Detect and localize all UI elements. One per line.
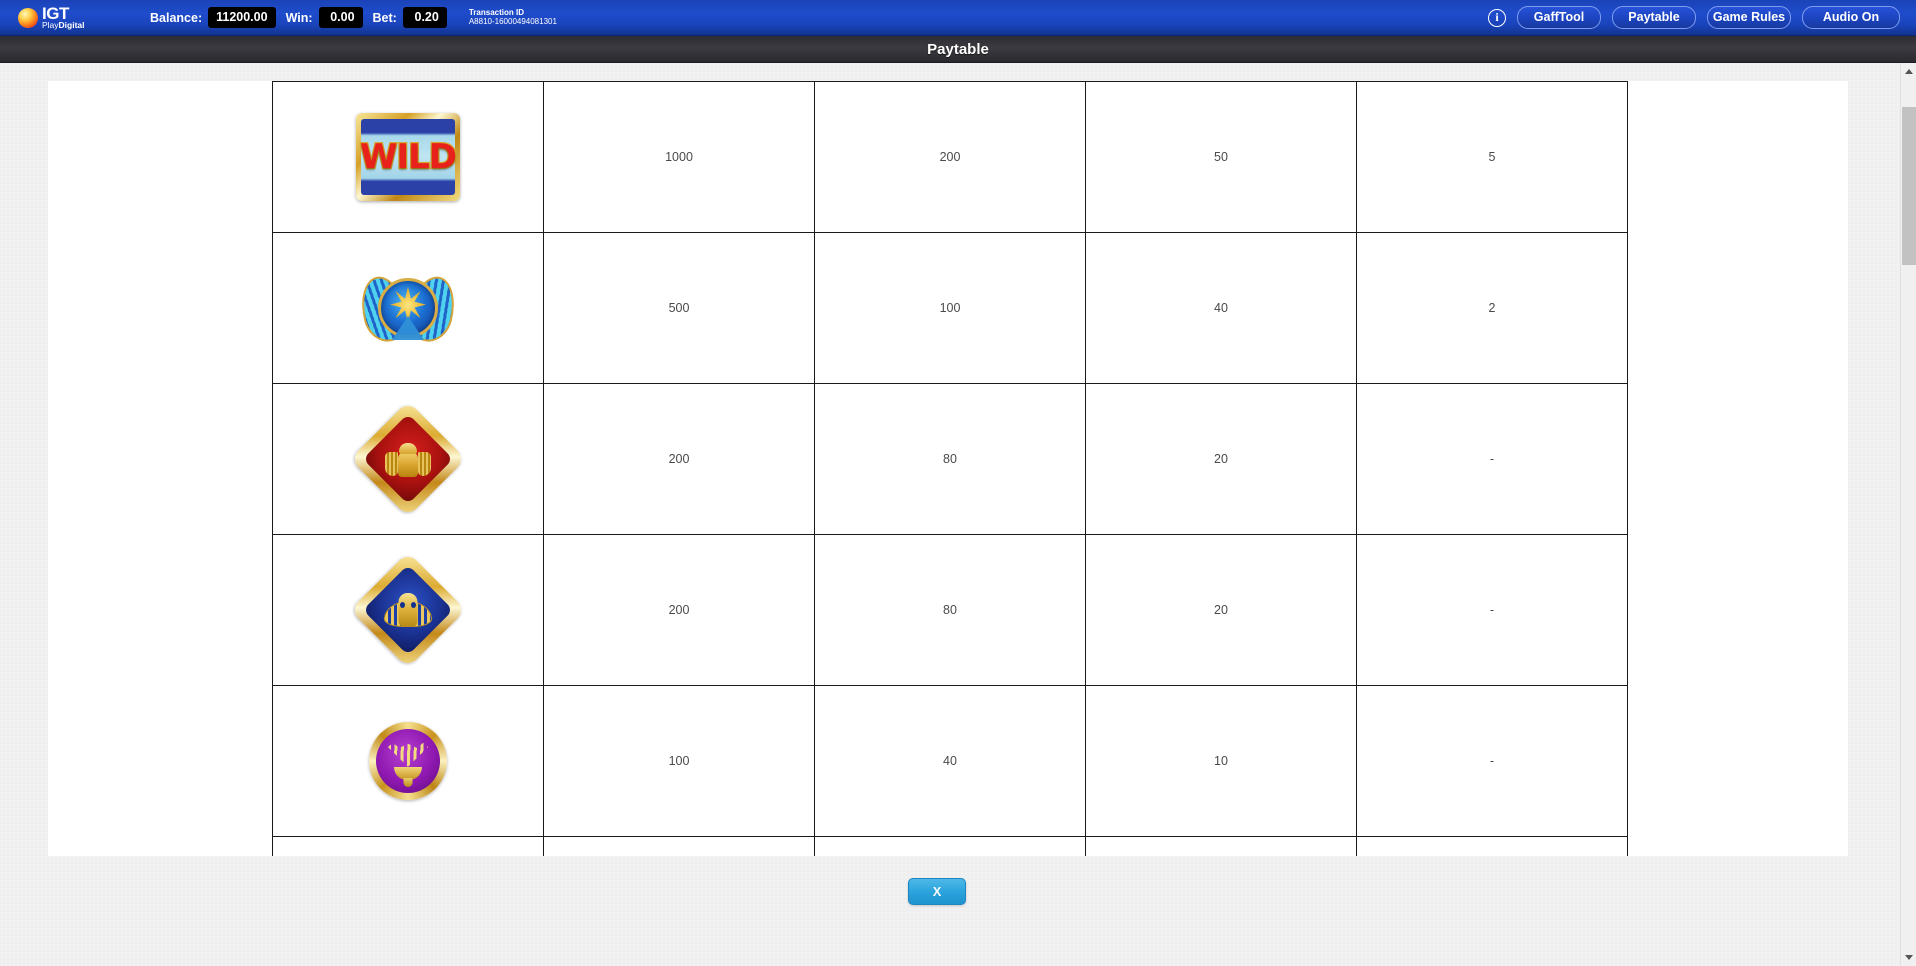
payout-cell: 80 bbox=[814, 534, 1086, 686]
scroll-down-button[interactable] bbox=[1901, 949, 1916, 966]
cobra-icon bbox=[384, 593, 432, 633]
symbol-cell-blue-fan bbox=[272, 232, 544, 384]
payout-cell bbox=[814, 836, 1086, 856]
payout-cell: 100 bbox=[543, 685, 815, 837]
table-row: 100 40 10 - bbox=[272, 685, 1628, 837]
paytable-button[interactable]: Paytable bbox=[1612, 6, 1696, 29]
win-value: 0.00 bbox=[318, 7, 363, 28]
table-row bbox=[272, 836, 1628, 856]
bet-value: 0.20 bbox=[402, 7, 447, 28]
symbol-wrapper bbox=[273, 722, 543, 800]
scarab-head bbox=[399, 442, 417, 454]
logo-sub: PlayDigital bbox=[42, 21, 85, 30]
payout-cell: 50 bbox=[1085, 81, 1357, 233]
audio-toggle-button[interactable]: Audio On bbox=[1802, 6, 1900, 29]
scroll-up-button[interactable] bbox=[1901, 63, 1916, 80]
paytable-content-area: WILD 1000 200 50 5 500 100 40 2 200 80 2… bbox=[0, 63, 1900, 966]
transaction-id-value: A8810-16000494081301 bbox=[468, 16, 557, 26]
payout-cell: 200 bbox=[543, 534, 815, 686]
payout-cell: 200 bbox=[543, 383, 815, 535]
logo-sub-light: Play bbox=[42, 20, 59, 31]
header-actions: i GaffTool Paytable Game Rules Audio On bbox=[1488, 6, 1900, 29]
chevron-down-icon bbox=[1905, 955, 1913, 960]
info-icon[interactable]: i bbox=[1488, 8, 1506, 27]
lotus-stem bbox=[403, 778, 413, 788]
payout-cell bbox=[1356, 836, 1628, 856]
payout-cell: 40 bbox=[814, 685, 1086, 837]
symbol-wrapper bbox=[273, 552, 543, 668]
pyramid-shape bbox=[392, 316, 424, 340]
cobra-left-eye bbox=[400, 602, 405, 609]
payout-cell: 80 bbox=[814, 383, 1086, 535]
scarab-right-wing bbox=[418, 451, 431, 476]
payout-cell: - bbox=[1356, 534, 1628, 686]
payout-cell: 5 bbox=[1356, 81, 1628, 233]
payout-cell: 20 bbox=[1085, 534, 1357, 686]
wild-symbol: WILD bbox=[356, 113, 460, 201]
cobra-face bbox=[398, 593, 418, 628]
game-rules-button[interactable]: Game Rules bbox=[1707, 6, 1791, 29]
igt-logo: IGT PlayDigital bbox=[18, 5, 128, 30]
payout-cell: 1000 bbox=[543, 81, 815, 233]
gafftool-button[interactable]: GaffTool bbox=[1517, 6, 1601, 29]
symbol-cell-next bbox=[272, 836, 544, 856]
transaction-id: Transaction ID A8810-16000494081301 bbox=[468, 8, 557, 27]
scarab-icon bbox=[385, 442, 431, 479]
purple-lotus-symbol bbox=[369, 722, 447, 800]
payout-cell: 10 bbox=[1085, 685, 1357, 837]
payout-cell bbox=[543, 836, 815, 856]
table-row: 500 100 40 2 bbox=[272, 232, 1628, 384]
logo-text: IGT PlayDigital bbox=[42, 5, 85, 30]
symbol-wrapper: WILD bbox=[273, 113, 543, 201]
scarab-left-wing bbox=[385, 451, 398, 476]
payout-cell: 100 bbox=[814, 232, 1086, 384]
payout-cell: 40 bbox=[1085, 232, 1357, 384]
blue-fan-medallion-symbol bbox=[354, 266, 462, 350]
scrollbar-thumb[interactable] bbox=[1902, 107, 1916, 265]
vertical-scrollbar[interactable] bbox=[1900, 63, 1916, 966]
cobra-right-eye bbox=[411, 602, 416, 609]
logo-sub-bold: Digital bbox=[58, 20, 85, 31]
table-row: 200 80 20 - bbox=[272, 534, 1628, 686]
meter-group: Balance: 11200.00 Win: 0.00 Bet: 0.20 bbox=[150, 7, 447, 28]
close-paytable-button[interactable]: X bbox=[908, 878, 966, 905]
paytable-panel: WILD 1000 200 50 5 500 100 40 2 200 80 2… bbox=[48, 81, 1848, 856]
chevron-up-icon bbox=[1905, 69, 1913, 74]
gold-cobra-symbol bbox=[350, 552, 466, 668]
balance-value: 11200.00 bbox=[208, 7, 276, 28]
page-title: Paytable bbox=[927, 40, 989, 58]
win-label: Win: bbox=[285, 10, 313, 25]
symbol-wrapper bbox=[273, 266, 543, 350]
symbol-wrapper bbox=[273, 401, 543, 517]
balance-label: Balance: bbox=[150, 10, 203, 25]
symbol-cell-cobra bbox=[272, 534, 544, 686]
table-row: WILD 1000 200 50 5 bbox=[272, 81, 1628, 233]
payout-cell: 2 bbox=[1356, 232, 1628, 384]
payout-cell: 20 bbox=[1085, 383, 1357, 535]
payout-cell: - bbox=[1356, 685, 1628, 837]
igt-orb-icon bbox=[18, 7, 38, 28]
symbol-cell-scarab bbox=[272, 383, 544, 535]
payout-cell: 500 bbox=[543, 232, 815, 384]
payout-cell: - bbox=[1356, 383, 1628, 535]
scarab-body bbox=[398, 450, 418, 477]
symbol-cell-lotus bbox=[272, 685, 544, 837]
payout-cell: 200 bbox=[814, 81, 1086, 233]
paytable-table: WILD 1000 200 50 5 500 100 40 2 200 80 2… bbox=[272, 81, 1628, 856]
symbol-cell-wild: WILD bbox=[272, 81, 544, 233]
top-header-bar: IGT PlayDigital Balance: 11200.00 Win: 0… bbox=[0, 0, 1916, 36]
bet-label: Bet: bbox=[372, 10, 397, 25]
red-scarab-symbol bbox=[350, 401, 466, 517]
wild-label: WILD bbox=[359, 136, 459, 179]
table-row: 200 80 20 - bbox=[272, 383, 1628, 535]
paytable-title-bar: Paytable bbox=[0, 36, 1916, 63]
payout-cell bbox=[1085, 836, 1357, 856]
